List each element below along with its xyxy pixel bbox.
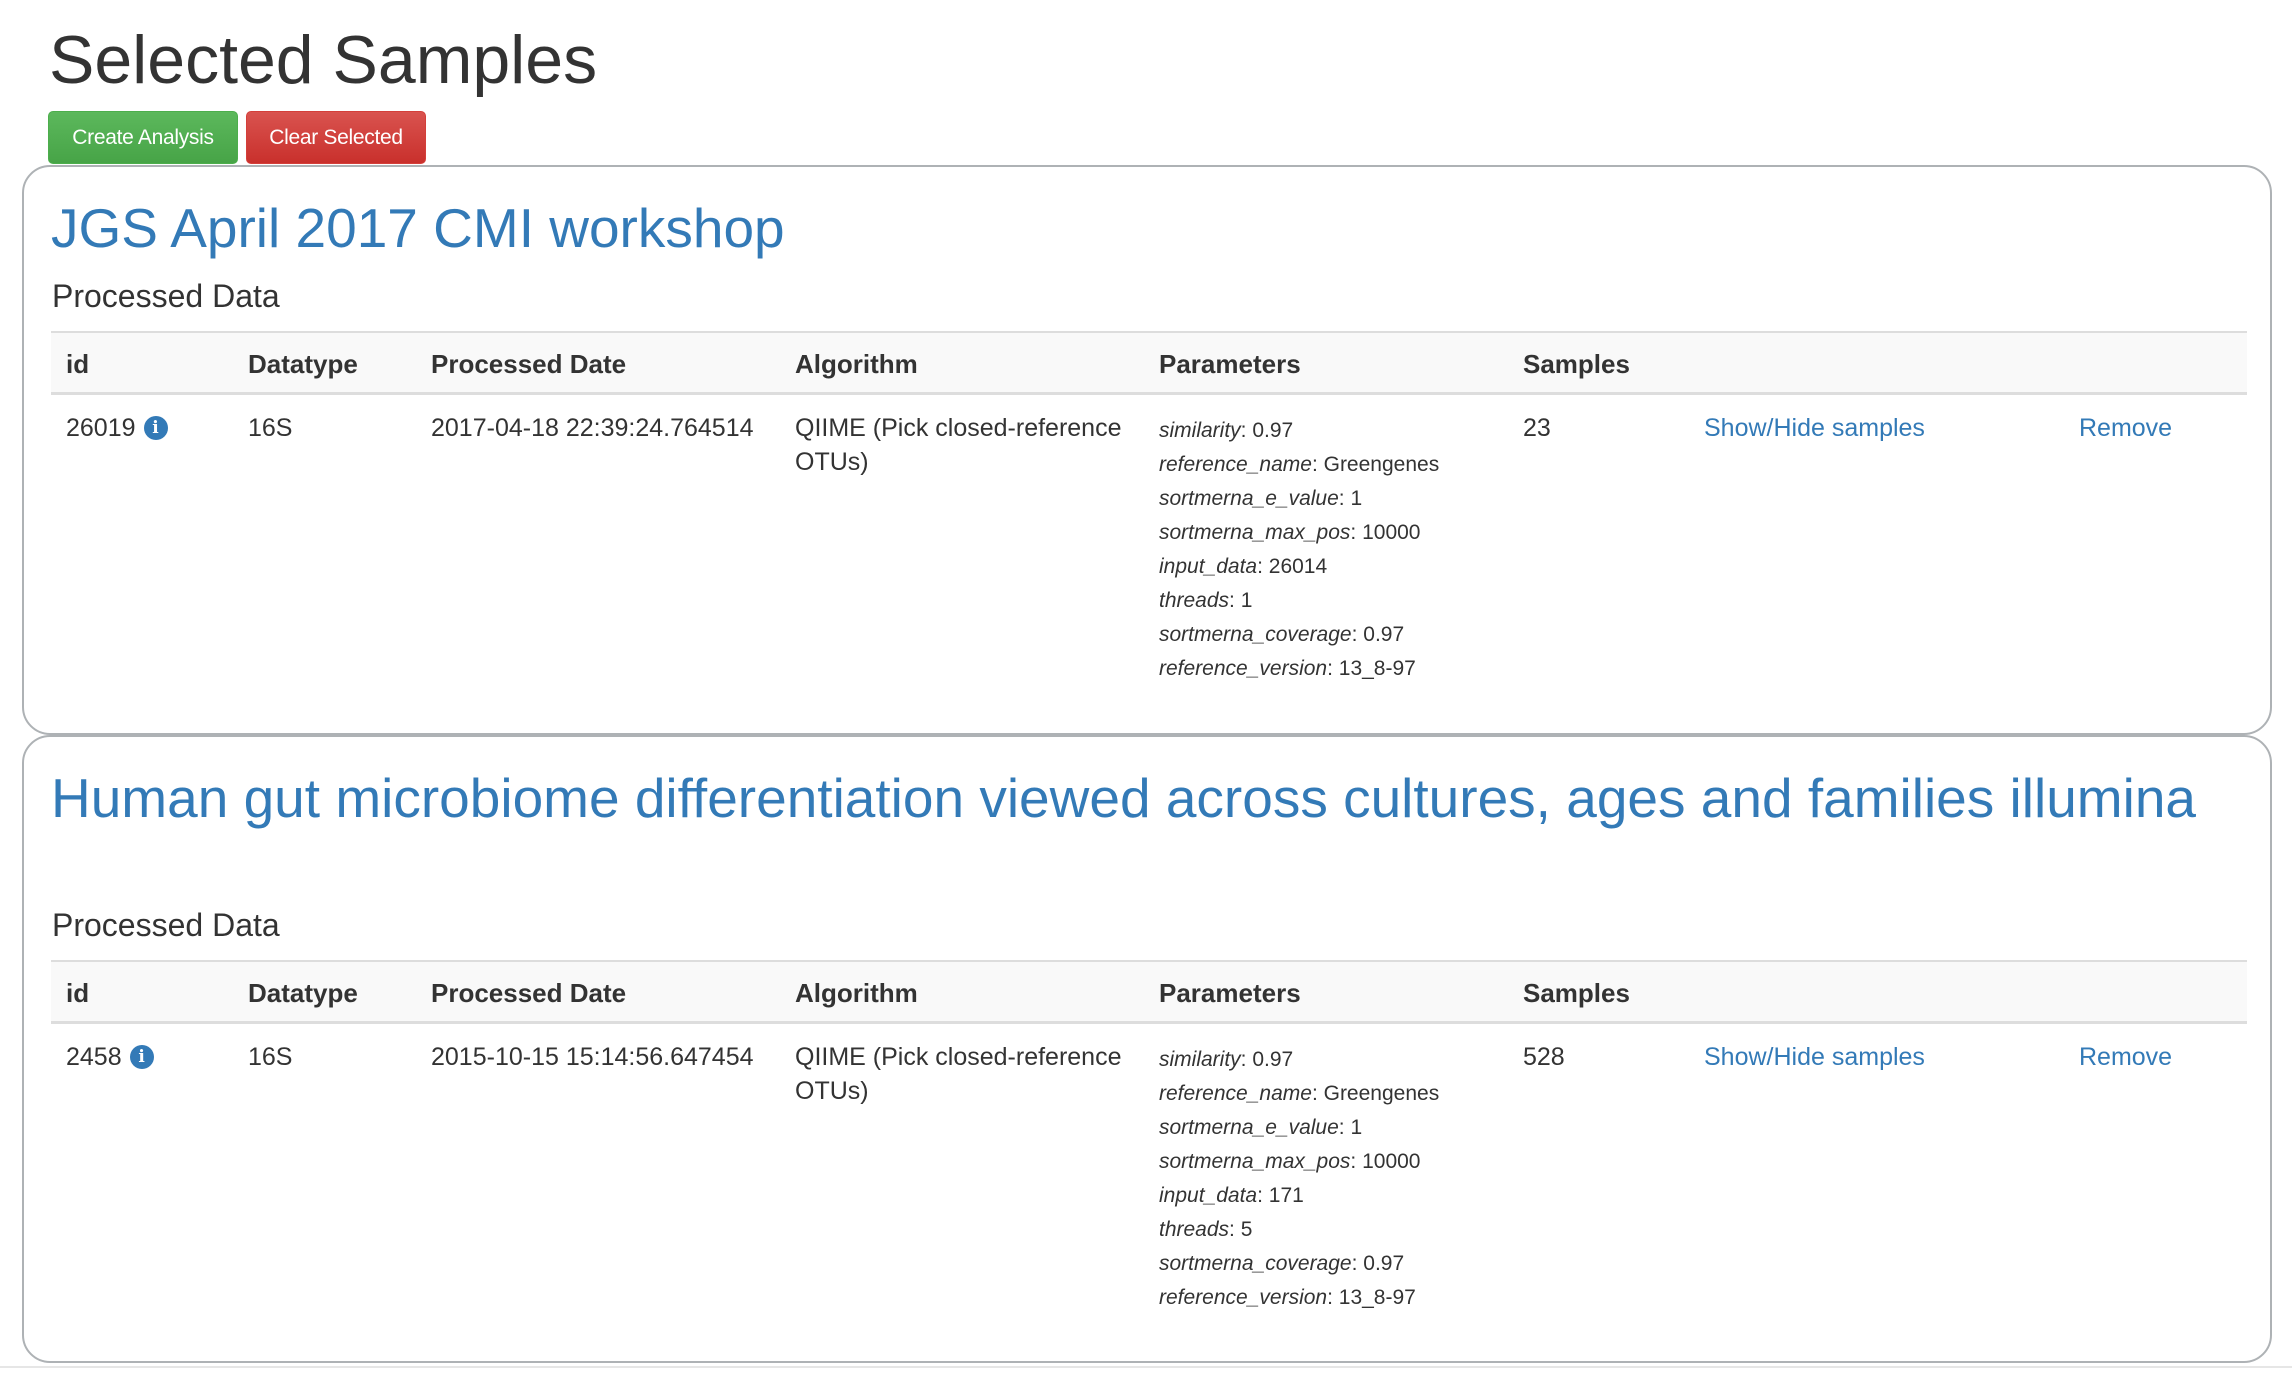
cell-processed-date: 2017-04-18 22:39:24.764514 (431, 414, 754, 442)
parameter-row: reference_name: Greengenes (1159, 1082, 1440, 1105)
parameter-row: sortmerna_coverage: 0.97 (1159, 623, 1405, 646)
column-header-parameters: Parameters (1159, 978, 1301, 1008)
column-header-algorithm: Algorithm (795, 349, 918, 379)
section-title: Processed Data (52, 278, 280, 314)
artifact-id: 26019 (66, 414, 136, 442)
show-hide-samples-link[interactable]: Show/Hide samples (1704, 411, 1925, 445)
parameter-row: threads: 1 (1159, 589, 1253, 612)
parameter-row: input_data: 26014 (1159, 555, 1328, 578)
selected-samples-page: Selected Samples Create Analysis Clear S… (0, 0, 2292, 1388)
cell-id: 2458 i (66, 1040, 154, 1074)
study-panel: Human gut microbiome differentiation vie… (22, 735, 2272, 1363)
cell-processed-date: 2015-10-15 15:14:56.647454 (431, 1043, 754, 1071)
column-header-datatype: Datatype (248, 978, 358, 1008)
parameter-row: sortmerna_coverage: 0.97 (1159, 1252, 1405, 1275)
cell-parameters: similarity: 0.97 reference_name: Greenge… (1159, 1043, 1499, 1315)
cell-samples: 23 (1523, 414, 1551, 442)
parameter-row: sortmerna_e_value: 1 (1159, 487, 1363, 510)
page-title: Selected Samples (49, 22, 598, 98)
column-header-datatype: Datatype (248, 349, 358, 379)
section-title: Processed Data (52, 907, 280, 943)
remove-link[interactable]: Remove (2079, 411, 2172, 445)
parameter-row: sortmerna_max_pos: 10000 (1159, 521, 1421, 544)
column-header-algorithm: Algorithm (795, 978, 918, 1008)
remove-link[interactable]: Remove (2079, 1040, 2172, 1074)
column-header-processed-date: Processed Date (431, 349, 627, 379)
parameter-row: similarity: 0.97 (1159, 1048, 1294, 1071)
footer-divider (0, 1366, 2292, 1368)
cell-datatype: 16S (248, 414, 293, 442)
show-hide-samples-link[interactable]: Show/Hide samples (1704, 1040, 1925, 1074)
cell-id: 26019 i (66, 411, 168, 445)
table-header: id Datatype Processed Date Algorithm Par… (51, 960, 2247, 1024)
info-circle-icon[interactable]: i (129, 1045, 154, 1069)
parameter-row: similarity: 0.97 (1159, 419, 1294, 442)
parameter-row: reference_version: 13_8-97 (1159, 1286, 1416, 1309)
create-analysis-button[interactable]: Create Analysis (48, 111, 238, 164)
table-header: id Datatype Processed Date Algorithm Par… (51, 331, 2247, 395)
study-title-link[interactable]: JGS April 2017 CMI workshop (51, 199, 2201, 258)
column-header-samples: Samples (1523, 349, 1630, 379)
parameter-row: sortmerna_e_value: 1 (1159, 1116, 1363, 1139)
column-header-samples: Samples (1523, 978, 1630, 1008)
cell-samples: 528 (1523, 1043, 1565, 1071)
artifact-id: 2458 (66, 1043, 122, 1071)
study-panel: JGS April 2017 CMI workshop Processed Da… (22, 165, 2272, 735)
parameter-row: sortmerna_max_pos: 10000 (1159, 1150, 1421, 1173)
cell-algorithm: QIIME (Pick closed-reference OTUs) (795, 1043, 1122, 1105)
cell-datatype: 16S (248, 1043, 293, 1071)
column-header-id: id (66, 978, 90, 1008)
column-header-id: id (66, 349, 90, 379)
parameter-row: input_data: 171 (1159, 1184, 1304, 1207)
cell-parameters: similarity: 0.97 reference_name: Greenge… (1159, 414, 1499, 686)
parameter-row: reference_name: Greengenes (1159, 453, 1440, 476)
info-circle-icon[interactable]: i (143, 416, 168, 440)
column-header-processed-date: Processed Date (431, 978, 627, 1008)
clear-selected-button[interactable]: Clear Selected (246, 111, 426, 164)
column-header-parameters: Parameters (1159, 349, 1301, 379)
parameter-row: threads: 5 (1159, 1218, 1253, 1241)
parameter-row: reference_version: 13_8-97 (1159, 657, 1416, 680)
study-title-link[interactable]: Human gut microbiome differentiation vie… (51, 769, 2201, 828)
cell-algorithm: QIIME (Pick closed-reference OTUs) (795, 414, 1122, 476)
